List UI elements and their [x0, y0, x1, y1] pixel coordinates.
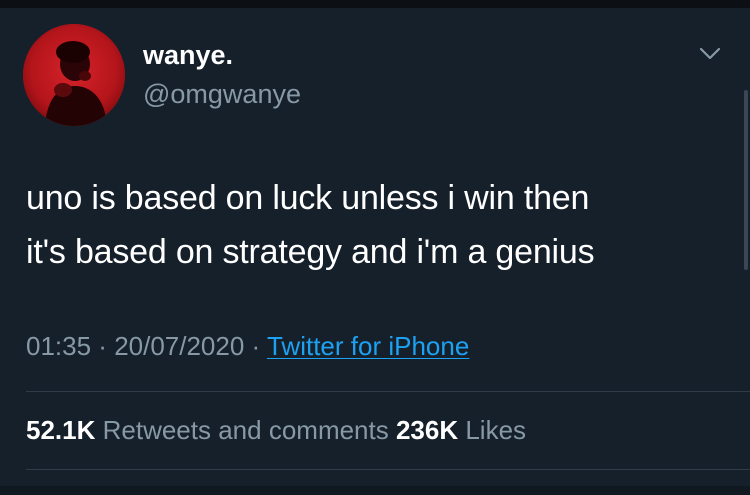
tweet-meta: 01:35 · 20/07/2020 · Twitter for iPhone [26, 330, 469, 362]
tweet-text-line-2: it's based on strategy and i'm a genius [26, 233, 595, 271]
retweets-label: Retweets and comments [95, 415, 396, 445]
likes-label: Likes [458, 415, 527, 445]
divider [26, 469, 750, 470]
tweet-card: wanye. @omgwanye uno is based on luck un… [0, 0, 750, 495]
tweet-text-line-1: uno is based on luck unless i win then [26, 179, 590, 217]
scrollbar[interactable] [744, 90, 748, 270]
display-name[interactable]: wanye. [143, 39, 233, 71]
more-options-button[interactable] [694, 38, 726, 70]
meta-separator: · [91, 331, 115, 361]
tweet-text: uno is based on luck unless i win then i… [26, 171, 731, 279]
tweet-date[interactable]: 20/07/2020 [114, 331, 244, 361]
retweets-stat[interactable]: 52.1K Retweets and comments [26, 415, 396, 445]
top-strip [0, 0, 750, 8]
avatar-image [23, 24, 125, 126]
tweet-stats: 52.1K Retweets and comments 236K Likes [26, 414, 526, 446]
likes-stat[interactable]: 236K Likes [396, 415, 526, 445]
bottom-edge [0, 486, 750, 495]
divider [26, 391, 750, 392]
user-handle[interactable]: @omgwanye [143, 78, 301, 110]
tweet-source-link[interactable]: Twitter for iPhone [267, 331, 469, 361]
avatar[interactable] [23, 24, 125, 126]
tweet-time[interactable]: 01:35 [26, 331, 91, 361]
retweets-count: 52.1K [26, 415, 96, 445]
meta-separator: · [244, 331, 267, 361]
chevron-down-icon [699, 47, 721, 60]
likes-count: 236K [395, 415, 459, 445]
